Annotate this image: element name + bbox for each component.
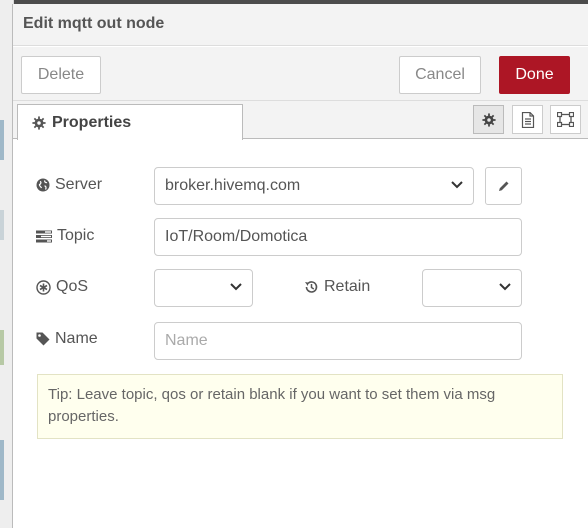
server-label: Server (36, 176, 102, 194)
name-input[interactable] (154, 322, 522, 360)
qos-select[interactable] (154, 269, 253, 307)
document-icon (521, 111, 534, 128)
topic-label: Topic (36, 227, 94, 245)
tab-properties[interactable]: Properties (17, 104, 243, 140)
retain-select[interactable] (422, 269, 522, 307)
history-icon (305, 281, 318, 293)
edit-tray: Edit mqtt out node Delete Cancel Done Pr… (12, 4, 588, 528)
asterisk-circle-icon (36, 279, 51, 295)
workspace-node-edge (0, 210, 4, 240)
tab-properties-label: Properties (52, 113, 132, 131)
tabs-bar: Properties (13, 101, 588, 140)
server-label-text: Server (55, 176, 103, 193)
tip-text: Tip: Leave topic, qos or retain blank if… (48, 386, 496, 425)
topic-label-text: Topic (57, 227, 95, 244)
qos-label-text: QoS (56, 278, 89, 295)
chevron-down-icon (230, 283, 242, 291)
name-label: Name (36, 330, 98, 348)
retain-label-text: Retain (324, 278, 371, 295)
chevron-down-icon (451, 181, 463, 189)
topic-input[interactable]: IoT/Room/Domotica (154, 218, 522, 256)
gear-icon (32, 115, 46, 130)
topic-input-value: IoT/Room/Domotica (165, 228, 308, 245)
name-label-text: Name (55, 330, 98, 347)
tip-box: Tip: Leave topic, qos or retain blank if… (37, 374, 563, 439)
node-settings-tab-button[interactable] (473, 105, 504, 134)
edit-server-button[interactable] (485, 167, 522, 205)
workspace-node-edge (0, 120, 4, 160)
chevron-down-icon (499, 283, 511, 291)
dialog-title: Edit mqtt out node (23, 15, 165, 32)
globe-icon (36, 178, 50, 192)
workspace-node-edge (0, 440, 4, 500)
tray-header: Edit mqtt out node (13, 4, 588, 46)
node-description-tab-button[interactable] (512, 105, 543, 134)
cancel-button[interactable]: Cancel (399, 56, 481, 94)
done-button[interactable]: Done (499, 56, 570, 94)
pencil-icon (498, 181, 508, 191)
workspace-node-edge (0, 330, 4, 365)
qos-label: QoS (36, 278, 88, 296)
retain-label: Retain (304, 278, 370, 296)
tasks-icon (36, 230, 52, 242)
tag-icon (36, 332, 50, 346)
frame-icon (557, 112, 574, 127)
gear-icon (481, 112, 496, 127)
node-appearance-tab-button[interactable] (550, 105, 581, 134)
tray-toolbar: Delete Cancel Done (13, 47, 588, 101)
server-select[interactable]: broker.hivemq.com (154, 167, 474, 205)
delete-button[interactable]: Delete (21, 56, 101, 94)
server-select-value: broker.hivemq.com (165, 177, 301, 194)
